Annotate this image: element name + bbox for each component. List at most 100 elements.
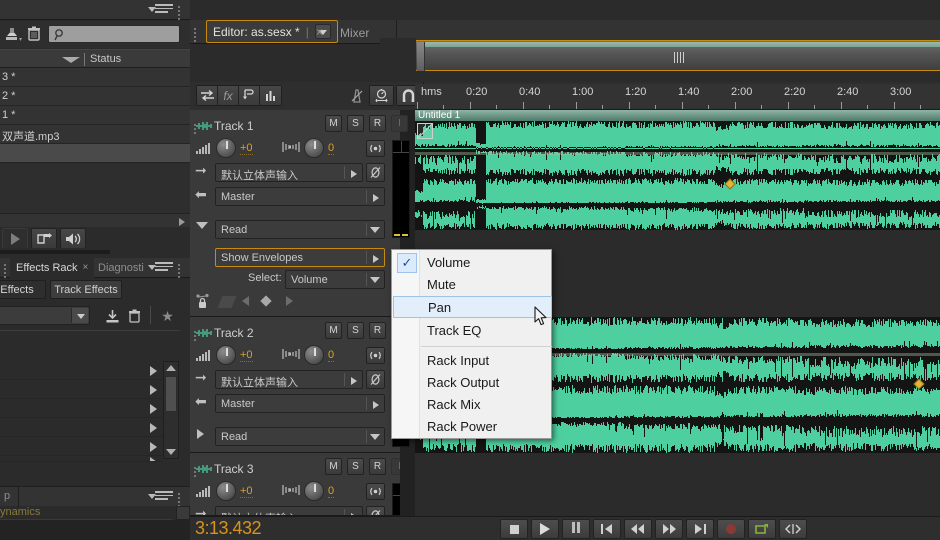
scroll-up-icon[interactable]	[166, 365, 176, 371]
track-input-dropdown[interactable]: 默认立体声输入	[215, 370, 363, 389]
input-monitor-button[interactable]: I	[391, 458, 400, 475]
monitor-input-icon[interactable]	[366, 347, 385, 364]
scrollbar-thumb[interactable]	[165, 376, 177, 412]
track-input-dropdown[interactable]: 默认立体声输入	[215, 163, 363, 182]
track-name[interactable]: Track 3	[214, 462, 254, 476]
panel-divider[interactable]	[0, 248, 190, 258]
volume-value[interactable]: +0	[240, 142, 253, 155]
panel-menu-icon[interactable]	[150, 4, 168, 16]
menu-item-rack-input[interactable]: Rack Input	[393, 350, 552, 372]
chevron-right-icon[interactable]	[150, 385, 157, 395]
panel-grip[interactable]	[178, 4, 182, 22]
chevron-right-icon[interactable]	[351, 170, 357, 178]
move-playhead-to-next-button[interactable]	[686, 519, 714, 539]
pan-knob[interactable]	[304, 481, 324, 501]
record-button[interactable]	[717, 519, 745, 539]
solo-button[interactable]: S	[347, 458, 364, 475]
search-input[interactable]	[48, 25, 180, 43]
list-item[interactable]: 双声道.mp3	[0, 125, 190, 144]
pan-value[interactable]: 0	[328, 349, 334, 362]
menu-item-rack-output[interactable]: Rack Output	[393, 372, 552, 394]
time-display[interactable]: 3:13.432	[195, 518, 261, 539]
subtab-clip-effects[interactable]: Effects	[0, 280, 46, 299]
phase-invert-button[interactable]	[366, 370, 385, 389]
effects-vertical-scrollbar[interactable]	[163, 361, 179, 459]
chevron-down-icon[interactable]	[370, 227, 380, 233]
volume-knob[interactable]	[216, 138, 236, 158]
solo-button[interactable]: S	[347, 115, 364, 132]
volume-icon[interactable]	[60, 228, 86, 249]
snap-to-ruler-icon[interactable]	[370, 86, 393, 105]
navigator-scrollbar[interactable]	[415, 40, 940, 71]
chevron-down-icon[interactable]	[370, 277, 380, 283]
effect-slot[interactable]	[0, 437, 163, 456]
play-icon[interactable]	[2, 228, 28, 249]
clip-header[interactable]: Untitled 1	[415, 110, 940, 121]
list-item[interactable]: 2 *	[0, 87, 190, 106]
mute-button[interactable]: M	[325, 458, 342, 475]
chevron-right-icon[interactable]	[150, 366, 157, 376]
import-file-icon[interactable]	[4, 26, 24, 42]
fade-handle[interactable]	[417, 123, 433, 139]
insert-into-multitrack-icon[interactable]	[31, 228, 57, 249]
chevron-down-icon[interactable]	[370, 434, 380, 440]
close-icon[interactable]: ×	[83, 262, 89, 273]
solo-button[interactable]: S	[347, 322, 364, 339]
track-output-dropdown[interactable]: Master	[215, 394, 385, 413]
pan-knob[interactable]	[304, 138, 324, 158]
list-item[interactable]	[0, 144, 190, 163]
volume-envelope-line[interactable]	[415, 152, 940, 155]
list-item[interactable]: 1 *	[0, 106, 190, 125]
track-name[interactable]: Track 2	[214, 326, 254, 340]
envelope-tool-icon[interactable]	[218, 296, 237, 308]
ruler-unit-label[interactable]: hms	[421, 86, 442, 98]
column-header-status[interactable]: Status	[90, 53, 121, 65]
effect-slot[interactable]	[0, 418, 163, 437]
effect-slot[interactable]	[0, 399, 163, 418]
chevron-right-icon[interactable]	[373, 194, 379, 202]
navigator-grip[interactable]	[674, 52, 686, 63]
chevron-down-icon[interactable]	[71, 308, 88, 323]
metronome-icon[interactable]	[347, 86, 367, 105]
favorite-star-icon[interactable]: ★	[160, 309, 175, 324]
menu-item-pan[interactable]: Pan	[393, 296, 552, 318]
automation-mode-dropdown[interactable]: Read	[215, 220, 385, 239]
navigator-left-handle[interactable]	[417, 42, 425, 71]
chevron-right-icon[interactable]	[373, 401, 379, 409]
chevron-right-icon[interactable]	[150, 442, 157, 452]
envelope-select-dropdown[interactable]: Volume	[285, 270, 385, 289]
panel-menu-icon[interactable]	[150, 491, 168, 503]
track-output-dropdown[interactable]: Master	[215, 187, 385, 206]
previous-keyframe-icon[interactable]	[242, 296, 249, 306]
razor-fx-tool[interactable]: fx	[218, 86, 239, 105]
tab-effects-rack[interactable]: Effects Rack ×	[10, 258, 94, 278]
subtab-track-effects[interactable]: Track Effects	[50, 280, 122, 299]
show-envelopes-dropdown[interactable]: Show Envelopes	[215, 248, 385, 267]
menu-item-mute[interactable]: Mute	[393, 274, 552, 296]
effect-slot[interactable]	[0, 361, 163, 380]
time-selection-tool[interactable]	[260, 86, 281, 105]
tab-label[interactable]: p	[4, 490, 10, 502]
save-preset-icon[interactable]	[105, 309, 120, 324]
track-header-2[interactable]: Track 2 M S R +0	[190, 317, 400, 453]
monitor-input-icon[interactable]	[366, 483, 385, 500]
panel-grip[interactable]	[178, 262, 182, 280]
chevron-right-icon[interactable]	[150, 423, 157, 433]
panel-grip[interactable]	[194, 26, 198, 44]
pan-value[interactable]: 0	[328, 485, 334, 498]
delete-icon[interactable]	[27, 26, 41, 42]
scroll-down-icon[interactable]	[166, 449, 176, 455]
pause-button[interactable]	[562, 519, 590, 539]
close-icon[interactable]: ×	[316, 25, 323, 39]
chevron-right-icon[interactable]	[150, 404, 157, 414]
play-button[interactable]	[531, 519, 559, 539]
tab-mixer[interactable]: Mixer	[332, 23, 377, 43]
skip-selection-button[interactable]	[779, 519, 807, 539]
panel-menu-icon[interactable]	[150, 262, 168, 274]
volume-value[interactable]: +0	[240, 349, 253, 362]
move-tool[interactable]	[197, 86, 218, 105]
fast-forward-button[interactable]	[655, 519, 683, 539]
timeline-ruler[interactable]: hms 0:20 0:40 1:00 1:20 1:40 2:00 2:20 2…	[415, 84, 940, 110]
list-item[interactable]: 3 *	[0, 68, 190, 87]
envelope-type-menu[interactable]: ✓ Volume Mute Pan Track EQ Rack Input Ra…	[391, 249, 552, 439]
